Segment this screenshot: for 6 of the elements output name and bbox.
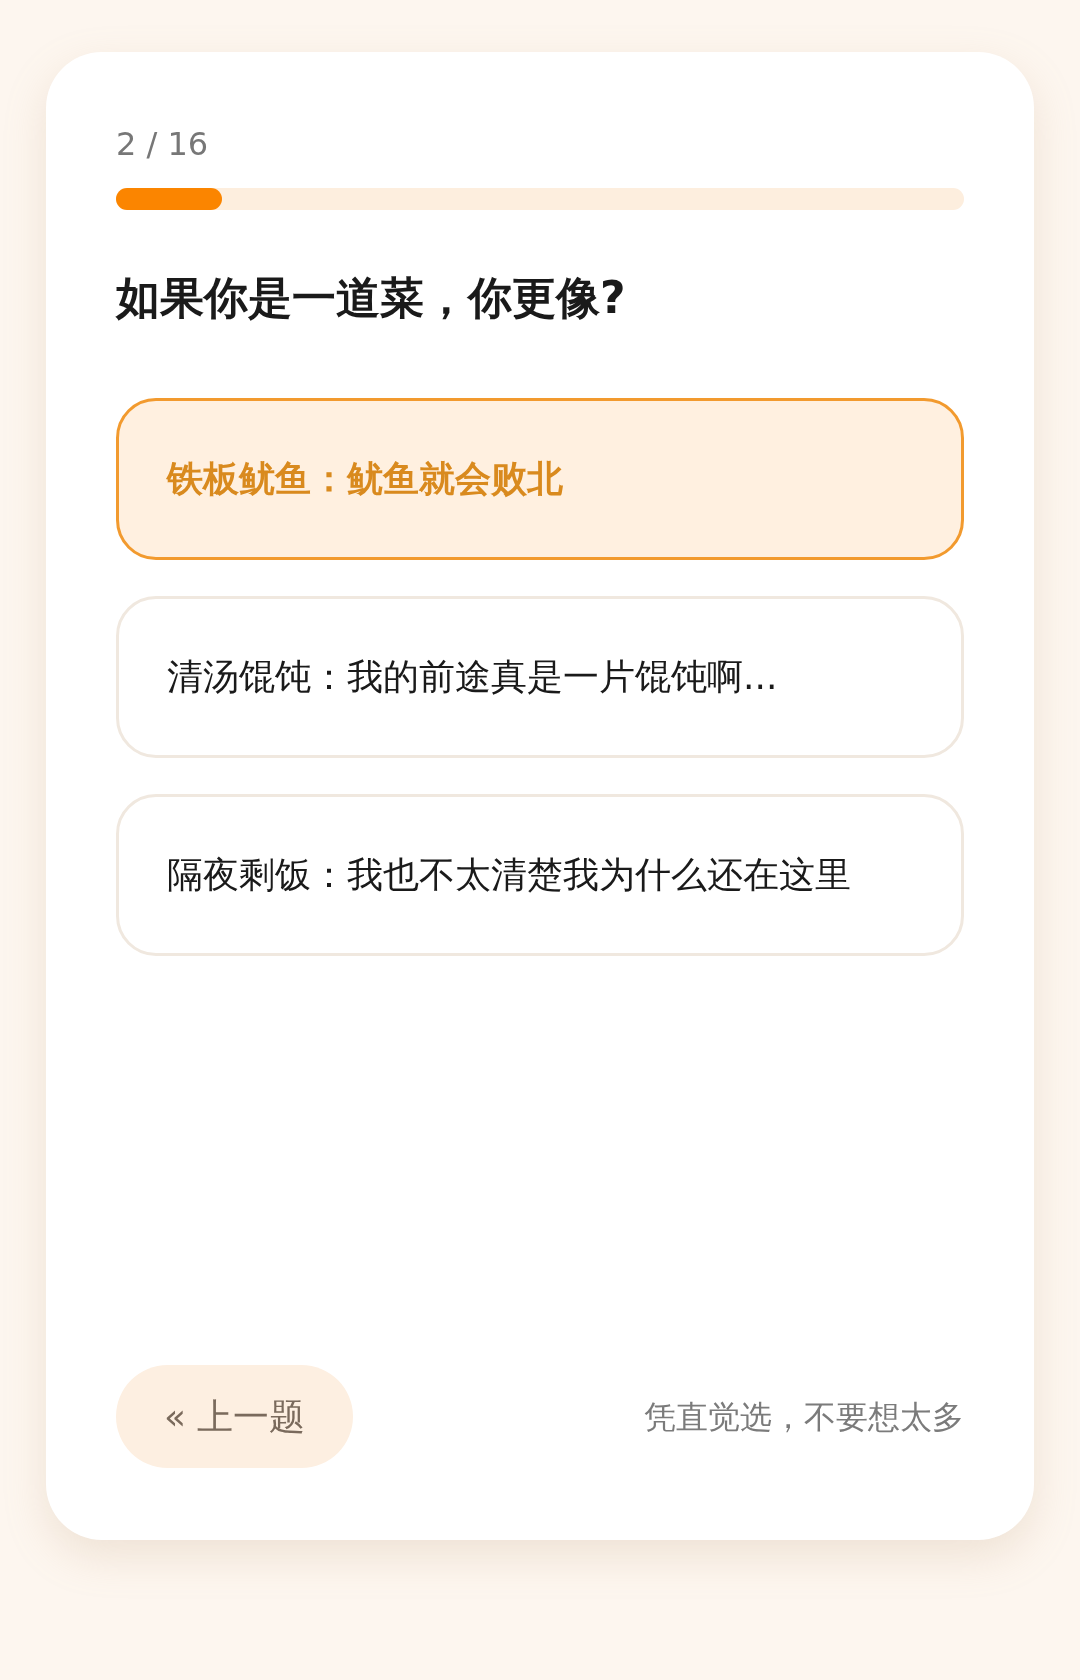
answer-option[interactable]: 隔夜剩饭：我也不太清楚我为什么还在这里 (116, 794, 964, 956)
hint-text: 凭直觉选，不要想太多 (644, 1396, 964, 1438)
answer-option[interactable]: 清汤馄饨：我的前途真是一片馄饨啊... (116, 596, 964, 758)
question-title: 如果你是一道菜，你更像? (116, 271, 627, 325)
progress-counter: 2 / 16 (116, 124, 210, 164)
previous-question-button[interactable]: « 上一题 (116, 1365, 354, 1468)
